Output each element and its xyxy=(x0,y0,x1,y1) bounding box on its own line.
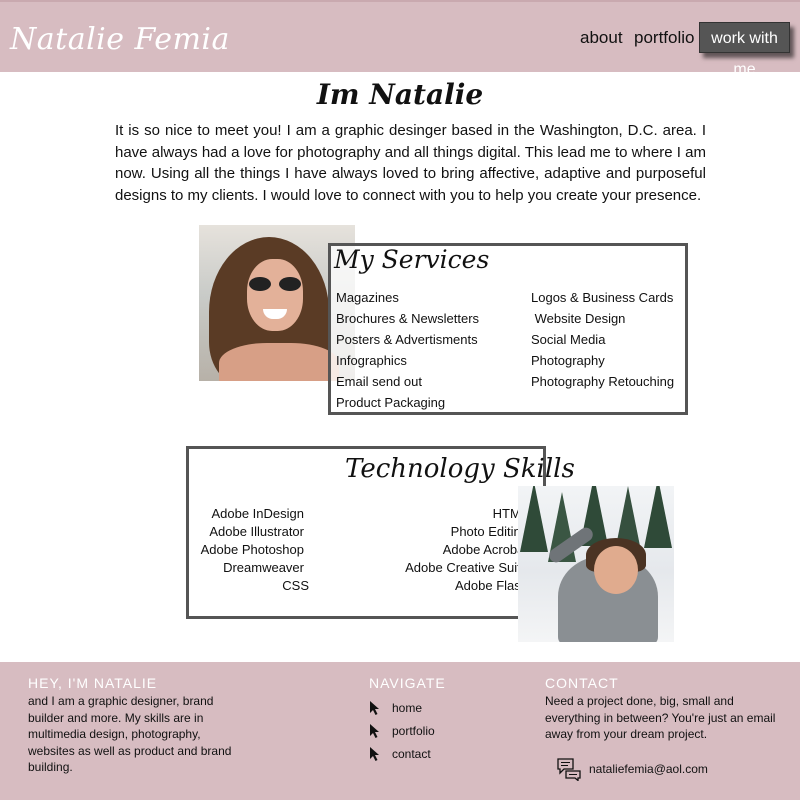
skill-item: Adobe Flash xyxy=(455,578,528,593)
service-item: Logos & Business Cards xyxy=(531,290,674,305)
technology-list-right: HTML Photo Editing Adobe Acrobat Adobe C… xyxy=(400,505,528,595)
skill-item: Adobe Creative Suite xyxy=(405,560,528,575)
service-item: Email send out xyxy=(336,374,422,389)
skill-item: Adobe Illustrator xyxy=(209,524,304,539)
service-item: Photography Retouching xyxy=(531,374,675,389)
site-footer: HEY, I'M NATALIE and I am a graphic desi… xyxy=(0,662,800,800)
footer-contact-text: Need a project done, big, small and ever… xyxy=(545,694,776,741)
services-title: My Services xyxy=(334,245,490,274)
services-list-left: Magazines Brochures & Newsletters Poster… xyxy=(336,287,479,413)
footer-contact-heading: CONTACT xyxy=(545,675,619,691)
cursor-arrow-icon xyxy=(370,746,379,761)
chat-bubble-icon xyxy=(557,758,581,781)
nav-about-link[interactable]: about xyxy=(580,28,623,48)
service-item: Product Packaging xyxy=(336,395,446,410)
skill-item: Adobe Photoshop xyxy=(200,542,304,557)
footer-navigate-heading: NAVIGATE xyxy=(369,675,446,691)
nav-portfolio-link[interactable]: portfolio xyxy=(634,28,694,48)
footer-nav-contact[interactable]: contact xyxy=(369,742,435,765)
skill-item: CSS xyxy=(282,578,309,593)
service-item: Social Media xyxy=(531,332,606,347)
services-list-right: Logos & Business Cards Website Design So… xyxy=(531,287,674,392)
technology-list-left: Adobe InDesign Adobe Illustrator Adobe P… xyxy=(196,505,309,595)
footer-nav-label: contact xyxy=(392,746,431,761)
skill-item: Adobe Acrobat xyxy=(442,542,528,557)
skill-item: Photo Editing xyxy=(450,524,528,539)
footer-about-heading: HEY, I'M NATALIE xyxy=(28,675,158,691)
intro-title: Im Natalie xyxy=(316,78,484,111)
site-header: Natalie Femia about portfolio work with … xyxy=(0,0,800,78)
technology-title: Technology Skills xyxy=(345,454,575,484)
footer-email-text: nataliefemia@aol.com xyxy=(589,762,708,776)
service-item: Website Design xyxy=(531,311,626,326)
service-item: Magazines xyxy=(336,290,399,305)
footer-nav-home[interactable]: home xyxy=(369,696,435,719)
work-with-me-button[interactable]: work with me xyxy=(699,22,790,78)
service-item: Brochures & Newsletters xyxy=(336,311,480,326)
service-item: Posters & Advertisments xyxy=(336,332,478,347)
footer-email-link[interactable]: nataliefemia@aol.com xyxy=(556,757,708,781)
cursor-arrow-icon xyxy=(370,700,379,715)
service-item: Infographics xyxy=(336,353,407,368)
footer-about-text: and I am a graphic designer, brand build… xyxy=(28,694,232,774)
cursor-arrow-icon xyxy=(370,723,379,738)
footer-nav-list: home portfolio contact xyxy=(369,696,435,765)
service-item: Photography xyxy=(531,353,605,368)
portrait-photo-snow xyxy=(518,486,674,642)
skill-item: HTML xyxy=(492,506,528,521)
footer-nav-portfolio[interactable]: portfolio xyxy=(369,719,435,742)
footer-nav-label: portfolio xyxy=(392,723,435,738)
footer-nav-label: home xyxy=(392,700,423,715)
skill-item: Dreamweaver xyxy=(223,560,304,575)
site-logo[interactable]: Natalie Femia xyxy=(10,22,230,57)
intro-paragraph: It is so nice to meet you! I am a graphi… xyxy=(115,122,706,204)
skill-item: Adobe InDesign xyxy=(211,506,304,521)
